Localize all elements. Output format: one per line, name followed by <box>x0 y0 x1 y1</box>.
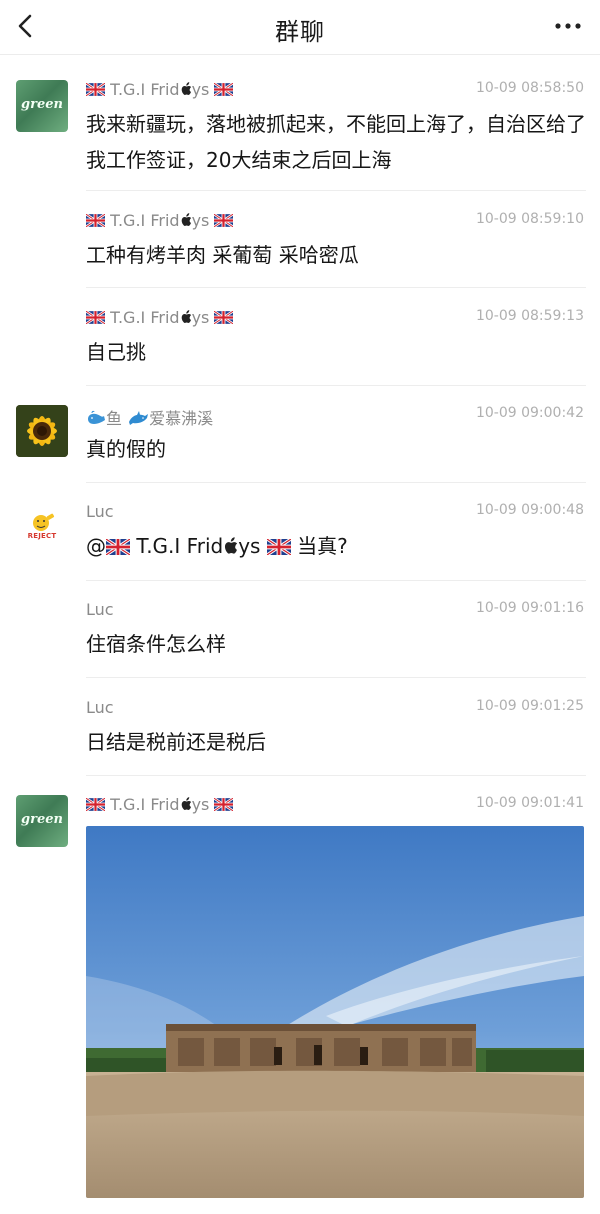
sender-name[interactable]: 鱼 爱慕沸溪 <box>86 405 213 429</box>
message-time: 10-09 09:01:41 <box>475 795 584 811</box>
message-text[interactable]: @ T.G.I Frid ys 当真? <box>86 528 586 564</box>
sender-name[interactable]: T.G.I Frid ys <box>86 795 233 814</box>
top-bar: 群聊 <box>0 0 600 55</box>
apple-logo-icon <box>180 310 192 324</box>
uk-flag-icon <box>86 83 105 96</box>
apple-logo-icon <box>180 82 192 96</box>
sender-name[interactable]: T.G.I Frid ys <box>86 308 233 327</box>
uk-flag-icon <box>86 214 105 227</box>
uk-flag-icon <box>214 311 233 324</box>
avatar[interactable]: REJECT <box>16 502 68 554</box>
message-time: 10-09 09:00:42 <box>475 405 584 421</box>
uk-flag-icon <box>267 539 291 555</box>
dolphin-icon <box>129 411 149 425</box>
divider <box>86 385 586 386</box>
avatar[interactable]: green <box>16 795 68 847</box>
message-time: 10-09 09:00:48 <box>475 502 584 518</box>
avatar-label: REJECT <box>27 532 57 540</box>
avatar[interactable] <box>16 405 68 457</box>
message-text[interactable]: 自己挑 <box>86 334 586 370</box>
message-text[interactable]: 工种有烤羊肉 采葡萄 采哈密瓜 <box>86 237 586 273</box>
message-time: 10-09 09:01:25 <box>475 698 584 714</box>
sender-name[interactable]: T.G.I Frid ys <box>86 80 233 99</box>
sender-name[interactable]: T.G.I Frid ys <box>86 211 233 230</box>
sender-name[interactable]: Luc <box>86 600 114 619</box>
sender-name[interactable]: Luc <box>86 698 114 717</box>
reject-emoji-avatar-image <box>33 513 55 531</box>
uk-flag-icon <box>86 311 105 324</box>
sender-name[interactable]: Luc <box>86 502 114 521</box>
avatar-label: green <box>21 97 63 112</box>
uk-flag-icon <box>106 539 130 555</box>
divider <box>86 677 586 678</box>
apple-logo-icon <box>223 537 238 555</box>
apple-logo-icon <box>180 213 192 227</box>
avatar[interactable]: green <box>16 80 68 132</box>
divider <box>86 775 586 776</box>
photo-image <box>86 826 584 1198</box>
message-time: 10-09 08:59:10 <box>475 211 584 227</box>
uk-flag-icon <box>86 798 105 811</box>
message-text[interactable]: 日结是税前还是税后 <box>86 724 586 760</box>
message-text[interactable]: 我来新疆玩，落地被抓起来，不能回上海了，自治区给了我工作签证，20大结束之后回上… <box>86 106 586 178</box>
message-photo[interactable] <box>86 826 584 1198</box>
whale-icon <box>88 410 105 424</box>
uk-flag-icon <box>214 83 233 96</box>
uk-flag-icon <box>214 798 233 811</box>
page-title: 群聊 <box>275 18 325 46</box>
message-text[interactable]: 住宿条件怎么样 <box>86 626 586 662</box>
sunflower-avatar-image <box>16 405 68 457</box>
divider <box>86 580 586 581</box>
divider <box>86 482 586 483</box>
uk-flag-icon <box>214 214 233 227</box>
more-button[interactable] <box>550 14 586 38</box>
message-time: 10-09 09:01:16 <box>475 600 584 616</box>
message-time: 10-09 08:59:13 <box>475 308 584 324</box>
mention[interactable]: T.G.I Frid ys <box>136 534 260 558</box>
message-text[interactable]: 真的假的 <box>86 431 586 467</box>
divider <box>86 190 586 191</box>
avatar-label: green <box>21 812 63 827</box>
divider <box>86 287 586 288</box>
apple-logo-icon <box>180 797 192 811</box>
message-time: 10-09 08:58:50 <box>475 80 584 96</box>
more-dots-icon <box>555 23 581 29</box>
